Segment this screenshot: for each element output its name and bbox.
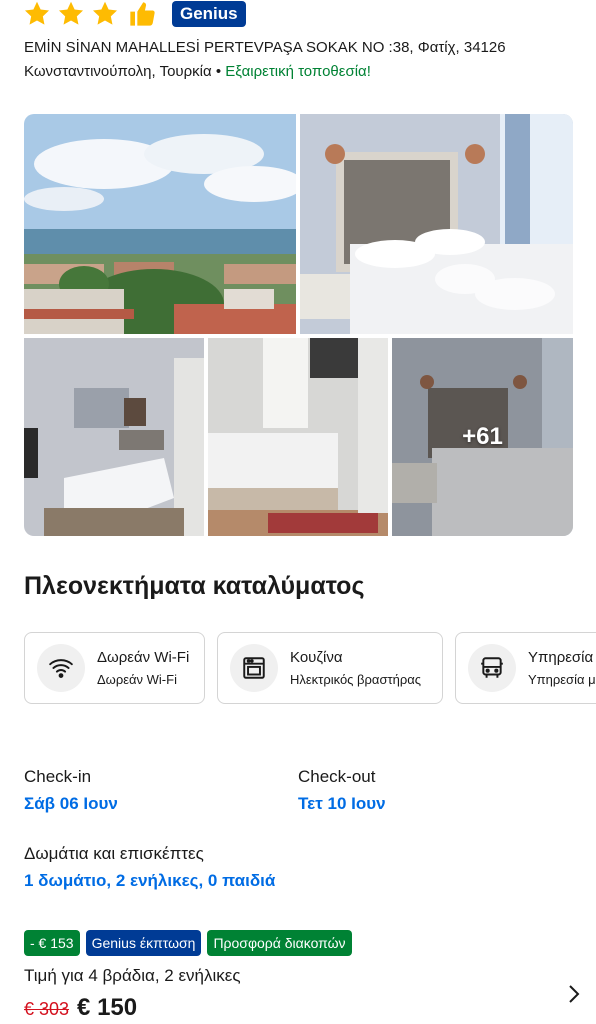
- thumbs-up-icon: [130, 2, 155, 26]
- photo-bedroom-2[interactable]: [24, 338, 204, 536]
- original-price: € 303: [24, 999, 70, 1019]
- facilities-title: Πλεονεκτήματα καταλύματος: [24, 572, 365, 600]
- separator: •: [211, 63, 226, 80]
- photo-bedroom-4[interactable]: +61: [392, 338, 573, 536]
- checkout-label: Check-out: [298, 767, 376, 786]
- photo-gallery[interactable]: +61: [24, 114, 573, 536]
- genius-discount-badge: Genius έκπτωση: [85, 930, 202, 956]
- current-price: € 150: [77, 994, 138, 1021]
- oven-icon: [230, 644, 278, 692]
- checkin-date[interactable]: Σάβ 06 Ιουν: [24, 794, 118, 814]
- rooms-guests-value[interactable]: 1 δωμάτιο, 2 ενήλικες, 0 παιδιά: [24, 871, 275, 891]
- price-row: € 303 € 150: [24, 994, 137, 1022]
- star-icon: [92, 1, 118, 25]
- star-icon: [58, 1, 84, 25]
- facility-card-wifi[interactable]: Δωρεάν Wi-Fi Δωρεάν Wi-Fi: [24, 632, 205, 704]
- rooms-guests-label: Δωμάτια και επισκέπτες: [24, 844, 204, 863]
- price-description: Τιμή για 4 βράδια, 2 ενήλικες: [24, 966, 241, 985]
- genius-badge: Genius: [172, 1, 246, 27]
- location-rating: Εξαιρετική τοποθεσία!: [225, 63, 371, 80]
- facility-title: Κουζίνα: [290, 649, 343, 666]
- star-icon: [24, 1, 50, 25]
- photo-bedroom-1[interactable]: [300, 114, 573, 334]
- chevron-right-icon[interactable]: [564, 982, 584, 1006]
- address-line: EMİN SİNAN MAHALLESİ PERTEVPAŞA SOKAK NO…: [24, 39, 506, 56]
- checkout-date[interactable]: Τετ 10 Ιουν: [298, 794, 386, 814]
- facility-card-service[interactable]: Υπηρεσία Υπηρεσία μ: [455, 632, 596, 704]
- more-photos-count[interactable]: +61: [392, 338, 573, 536]
- rating-row: Genius: [22, 0, 246, 28]
- address-city: Κωνσταντινούπολη, Τουρκία: [24, 63, 212, 80]
- photo-sea-view[interactable]: [24, 114, 296, 334]
- facility-card-kitchen[interactable]: Κουζίνα Ηλεκτρικός βραστήρας: [217, 632, 443, 704]
- property-address: EMİN SİNAN MAHALLESİ PERTEVPAŞA SOKAK NO…: [24, 36, 584, 84]
- facilities-carousel[interactable]: Δωρεάν Wi-Fi Δωρεάν Wi-Fi Κουζίνα Ηλεκτρ…: [24, 632, 596, 706]
- bus-icon: [468, 644, 516, 692]
- photo-bedroom-3[interactable]: [208, 338, 388, 536]
- facility-subtitle: Δωρεάν Wi-Fi: [97, 672, 177, 687]
- vacation-deal-badge: Προσφορά διακοπών: [207, 930, 352, 956]
- facility-subtitle: Ηλεκτρικός βραστήρας: [290, 672, 422, 687]
- discount-amount-badge: - € 153: [24, 930, 80, 956]
- facility-title: Δωρεάν Wi-Fi: [97, 649, 190, 666]
- checkin-label: Check-in: [24, 767, 92, 786]
- facility-title: Υπηρεσία: [528, 649, 594, 666]
- wifi-icon: [37, 644, 85, 692]
- facility-subtitle: Υπηρεσία μ: [528, 672, 596, 687]
- deal-tags: - € 153 Genius έκπτωση Προσφορά διακοπών: [24, 930, 352, 956]
